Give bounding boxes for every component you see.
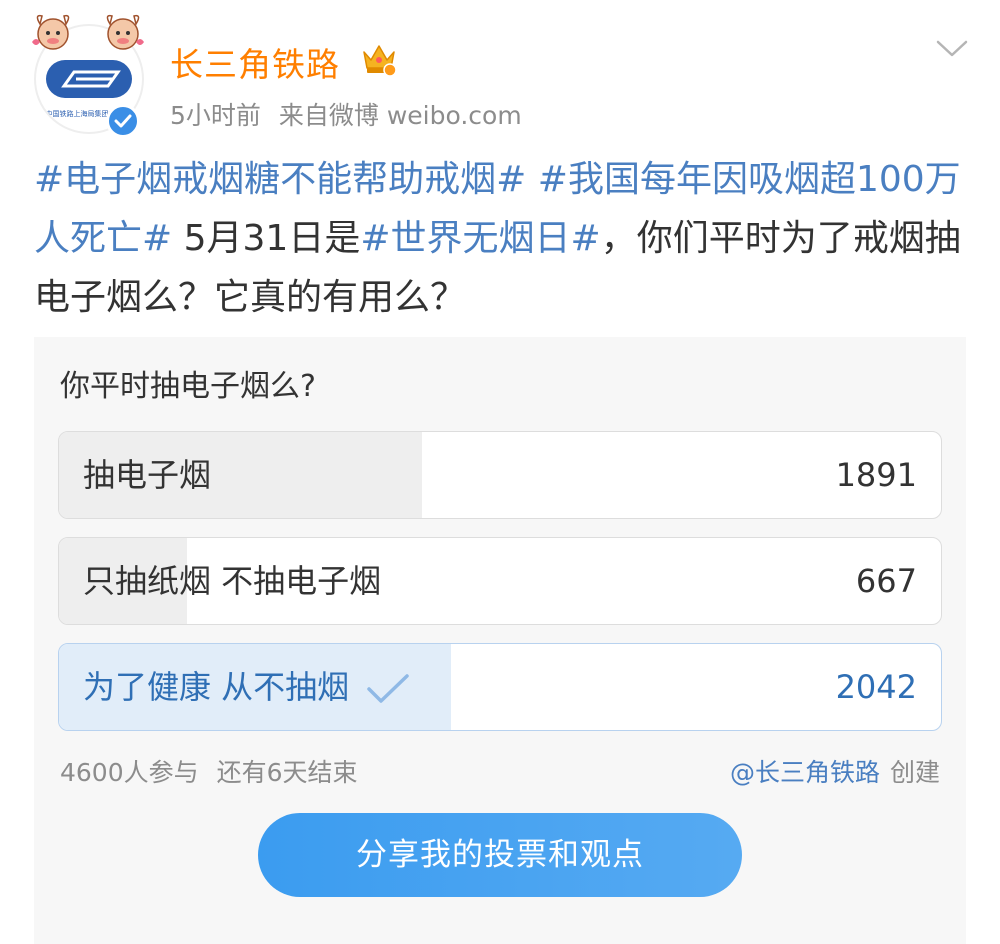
chevron-down-icon[interactable] (934, 38, 970, 60)
poll-option-label: 只抽纸烟 不抽电子烟 (83, 562, 382, 600)
poll-stats: 4600人参与 还有6天结束 (60, 753, 358, 789)
poll-created-label: 创建 (889, 758, 940, 787)
post-source: 来自微博 weibo.com (278, 101, 522, 130)
post-time: 5小时前 (170, 101, 261, 130)
poll-option-label: 为了健康 从不抽烟 (83, 644, 411, 730)
hashtag-link[interactable]: #世界无烟日# (360, 218, 600, 259)
poll-creator-line: @长三角铁路 创建 (730, 753, 940, 789)
share-vote-button[interactable]: 分享我的投票和观点 (258, 813, 742, 897)
poll-option-label: 抽电子烟 (83, 456, 212, 494)
poll-option[interactable]: 只抽纸烟 不抽电子烟 667 (58, 537, 942, 625)
poll-creator-link[interactable]: @长三角铁路 (730, 753, 880, 789)
checkmark-icon (367, 674, 410, 703)
poll-option-count: 667 (855, 562, 917, 600)
poll-option-count: 2042 (835, 668, 917, 706)
poll-option-label-text: 为了健康 从不抽烟 (83, 668, 350, 706)
poll-participants: 4600人参与 (60, 758, 199, 787)
post-text-segment: 5月31日是 (172, 218, 361, 259)
author-name[interactable]: 长三角铁路 (170, 38, 340, 86)
poll-option[interactable]: 抽电子烟 1891 (58, 431, 942, 519)
post-meta: 5小时前 来自微博 weibo.com (170, 96, 522, 132)
post-header: 中国铁路上海局集团有限公司 长三角铁路 5小时前 来自微博 weibo.com (0, 0, 1000, 150)
post-text-segment (526, 159, 537, 200)
verified-icon (106, 104, 140, 138)
poll-card: 你平时抽电子烟么? 抽电子烟 1891 只抽纸烟 不抽电子烟 667 为了健康 … (34, 337, 966, 944)
mascot-icon (32, 14, 70, 50)
poll-remaining: 还有6天结束 (216, 758, 358, 787)
avatar[interactable]: 中国铁路上海局集团有限公司 (30, 8, 150, 138)
poll-option-count: 1891 (835, 456, 917, 494)
post-text: #电子烟戒烟糖不能帮助戒烟# #我国每年因吸烟超100万人死亡# 5月31日是#… (34, 150, 974, 327)
mascot-icon (106, 14, 144, 50)
poll-question: 你平时抽电子烟么? (60, 369, 316, 404)
crown-icon[interactable] (360, 40, 398, 76)
hashtag-link[interactable]: #电子烟戒烟糖不能帮助戒烟# (34, 159, 526, 200)
poll-option[interactable]: 为了健康 从不抽烟 2042 (58, 643, 942, 731)
